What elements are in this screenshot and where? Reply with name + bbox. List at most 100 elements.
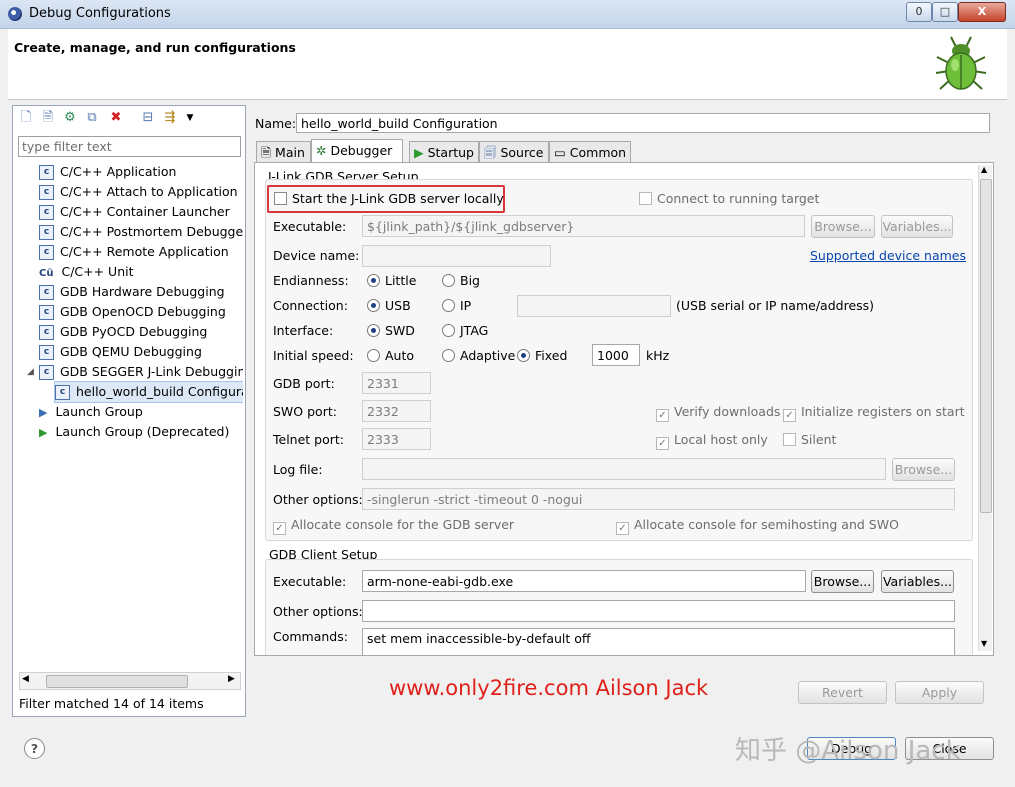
configuration-tree: c C/C++ Application c C/C++ Attach to Appli… xyxy=(13,162,243,662)
scroll-right-icon[interactable]: ▶ xyxy=(228,674,235,684)
main-tab-icon: 🗎 xyxy=(261,145,276,160)
new-configuration-icon[interactable]: 🗋 xyxy=(19,111,33,125)
adaptive-radio[interactable]: Adaptive xyxy=(442,348,515,363)
client-executable-input[interactable]: arm-none-eabi-gdb.exe xyxy=(362,570,806,592)
help-icon[interactable]: ? xyxy=(24,738,45,759)
filter-status: Filter matched 14 of 14 items xyxy=(19,696,204,711)
tree-item[interactable]: ▶ Launch Group (Deprecated) xyxy=(39,422,229,442)
filter-input[interactable]: type filter text xyxy=(18,136,241,157)
tree-item[interactable]: c GDB PyOCD Debugging xyxy=(39,322,207,342)
minimize-button[interactable]: 0 xyxy=(906,2,932,22)
log-browse-button[interactable]: Browse... xyxy=(892,458,955,481)
connect-running-checkbox[interactable]: Connect to running target xyxy=(639,191,819,206)
device-name-input[interactable] xyxy=(362,245,551,267)
tab-common[interactable]: ▭ Common xyxy=(549,141,631,163)
client-browse-button[interactable]: Browse... xyxy=(811,570,874,593)
gdb-port-input[interactable]: 2331 xyxy=(362,372,431,394)
tree-item-label: C/C++ Container Launcher xyxy=(60,204,230,219)
log-file-input[interactable] xyxy=(362,458,886,480)
init-registers-checkbox[interactable]: ✓ Initialize registers on start xyxy=(783,404,965,422)
tree-item[interactable]: c C/C++ Postmortem Debugger xyxy=(39,222,243,242)
tree-item-label: GDB PyOCD Debugging xyxy=(60,324,208,339)
header-text: Create, manage, and run configurations xyxy=(14,40,296,55)
tree-item[interactable]: c hello_world_build Configurat xyxy=(54,381,243,403)
server-variables-button[interactable]: Variables... xyxy=(881,215,953,238)
tree-item-label: C/C++ Remote Application xyxy=(60,244,229,259)
server-executable-input[interactable]: ${jlink_path}/${jlink_gdbserver} xyxy=(362,215,805,237)
c-config-icon: c xyxy=(39,325,54,340)
bug-icon xyxy=(935,36,987,90)
swd-radio[interactable]: SWD xyxy=(367,323,415,338)
tree-item[interactable]: c C/C++ Container Launcher xyxy=(39,202,230,222)
vertical-scrollbar[interactable]: ▲ ▼ xyxy=(978,165,992,651)
scroll-thumb[interactable] xyxy=(46,675,188,688)
log-file-label: Log file: xyxy=(273,462,323,477)
swo-port-input[interactable]: 2332 xyxy=(362,400,431,422)
tree-item-label: Launch Group (Deprecated) xyxy=(55,424,230,439)
tree-item[interactable]: Cü C/C++ Unit xyxy=(39,262,134,282)
verify-downloads-checkbox[interactable]: ✓ Verify downloads xyxy=(656,404,780,422)
vscroll-thumb[interactable] xyxy=(980,179,992,513)
tab-startup[interactable]: ▶ Startup xyxy=(409,141,479,163)
device-name-label: Device name: xyxy=(273,248,360,263)
tree-item[interactable]: ▶ Launch Group xyxy=(39,402,143,422)
chevron-down-icon[interactable]: ▼ xyxy=(183,111,197,125)
jtag-radio[interactable]: JTAG xyxy=(442,323,488,338)
filter-icon[interactable]: ⇶ xyxy=(163,111,177,125)
commands-textarea[interactable]: set mem inaccessible-by-default off xyxy=(362,628,955,655)
scroll-up-icon[interactable]: ▲ xyxy=(981,165,987,174)
apply-button[interactable]: Apply xyxy=(895,681,984,704)
client-other-options-input[interactable] xyxy=(362,600,955,622)
alloc-gdb-console-checkbox[interactable]: ✓ Allocate console for the GDB server xyxy=(273,517,514,535)
server-other-options-input[interactable]: -singlerun -strict -timeout 0 -nogui xyxy=(362,488,955,510)
telnet-port-label: Telnet port: xyxy=(273,432,344,447)
auto-radio[interactable]: Auto xyxy=(367,348,414,363)
tree-item-label: GDB QEMU Debugging xyxy=(60,344,202,359)
tab-source[interactable]: 🗐 Source xyxy=(479,141,549,163)
expanded-chevron-icon[interactable]: ◢ xyxy=(27,362,34,382)
silent-checkbox[interactable]: Silent xyxy=(783,432,836,447)
speed-input[interactable]: 1000 xyxy=(592,344,640,366)
export-icon[interactable]: ⚙ xyxy=(63,111,77,125)
horizontal-scrollbar[interactable]: ◀ ▶ xyxy=(19,672,241,690)
tree-item[interactable]: c C/C++ Attach to Application xyxy=(39,182,238,202)
tree-item[interactable]: c C/C++ Application xyxy=(39,162,176,182)
alloc-semihosting-checkbox[interactable]: ✓ Allocate console for semihosting and SW… xyxy=(616,517,899,535)
client-variables-button[interactable]: Variables... xyxy=(881,570,954,593)
connection-address-input[interactable] xyxy=(517,295,671,317)
tree-item-label: GDB Hardware Debugging xyxy=(60,284,225,299)
little-radio[interactable]: Little xyxy=(367,273,416,288)
gdb-port-label: GDB port: xyxy=(273,376,335,391)
tree-item[interactable]: c GDB Hardware Debugging xyxy=(39,282,225,302)
c-config-icon: c xyxy=(39,345,54,360)
name-input[interactable]: hello_world_build Configuration xyxy=(296,113,990,133)
tree-item[interactable]: c GDB QEMU Debugging xyxy=(39,342,202,362)
connection-hint: (USB serial or IP name/address) xyxy=(676,298,875,313)
start-local-checkbox[interactable]: Start the J-Link GDB server locally xyxy=(274,191,504,206)
tree-item[interactable]: ◢ c GDB SEGGER J-Link Debugging xyxy=(27,362,243,382)
duplicate-icon[interactable]: ⧉ xyxy=(85,111,99,125)
ip-radio[interactable]: IP xyxy=(442,298,471,313)
revert-button[interactable]: Revert xyxy=(798,681,887,704)
usb-radio[interactable]: USB xyxy=(367,298,411,313)
supported-devices-link[interactable]: Supported device names xyxy=(810,248,966,263)
debugger-tab-icon: ✲ xyxy=(316,143,331,158)
local-host-only-checkbox[interactable]: ✓ Local host only xyxy=(656,432,768,450)
tree-item-label: C/C++ Unit xyxy=(61,264,134,279)
tree-item[interactable]: c C/C++ Remote Application xyxy=(39,242,229,262)
tree-item-label: Launch Group xyxy=(55,404,143,419)
scroll-down-icon[interactable]: ▼ xyxy=(981,639,987,648)
tree-item[interactable]: c GDB OpenOCD Debugging xyxy=(39,302,226,322)
close-window-button[interactable]: X xyxy=(958,2,1006,22)
server-browse-button[interactable]: Browse... xyxy=(811,215,875,238)
maximize-button[interactable]: □ xyxy=(932,2,958,22)
tab-main[interactable]: 🗎 Main xyxy=(256,141,311,163)
big-radio[interactable]: Big xyxy=(442,273,480,288)
collapse-all-icon[interactable]: ⊟ xyxy=(141,111,155,125)
tab-debugger[interactable]: ✲ Debugger xyxy=(311,139,403,163)
fixed-radio[interactable]: Fixed xyxy=(517,348,567,363)
new-prototype-icon[interactable]: 🗎 xyxy=(41,111,55,125)
scroll-left-icon[interactable]: ◀ xyxy=(22,674,29,684)
telnet-port-input[interactable]: 2333 xyxy=(362,428,431,450)
delete-icon[interactable]: ✖ xyxy=(109,111,123,125)
